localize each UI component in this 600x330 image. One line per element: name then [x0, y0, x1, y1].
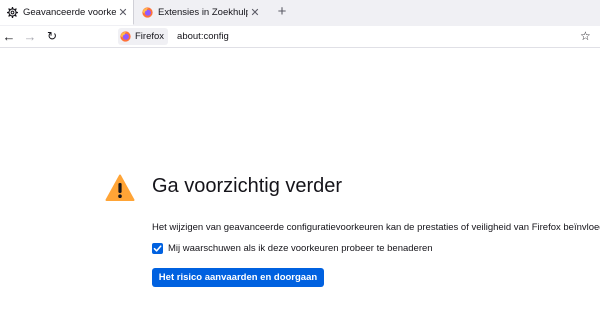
tab-strip: Geavanceerde voorkeuren ✕ Extensies in Z…: [0, 0, 600, 26]
tab-extensions-search[interactable]: Extensies in Zoekhulpmiddelen ✕: [135, 0, 265, 25]
close-icon[interactable]: ✕: [116, 6, 130, 19]
star-icon: ☆: [580, 29, 591, 43]
tab-advanced-preferences[interactable]: Geavanceerde voorkeuren ✕: [0, 0, 134, 25]
reload-icon: ↻: [46, 29, 58, 43]
url-text[interactable]: about:config: [177, 31, 229, 42]
close-icon[interactable]: ✕: [248, 6, 262, 19]
firefox-icon: [120, 31, 131, 42]
new-tab-button[interactable]: +: [273, 3, 291, 21]
warn-checkbox[interactable]: [152, 243, 163, 254]
firefox-icon: [141, 7, 153, 19]
accept-risk-button[interactable]: Het risico aanvaarden en doorgaan: [152, 268, 324, 287]
warn-checkbox-label[interactable]: Mij waarschuwen als ik deze voorkeuren p…: [168, 243, 433, 254]
reload-button[interactable]: ↻: [44, 28, 60, 45]
back-button[interactable]: ←: [1, 28, 17, 45]
arrow-right-icon: →: [23, 29, 37, 44]
gear-icon: [6, 6, 18, 18]
url-bar[interactable]: Firefox about:config: [118, 27, 592, 46]
bookmark-star-icon[interactable]: ☆: [580, 28, 591, 45]
arrow-left-icon: ←: [2, 29, 16, 44]
page-title: Ga voorzichtig verder: [152, 175, 343, 197]
checkmark-icon: [153, 245, 162, 252]
warning-icon: [105, 173, 135, 203]
warn-checkbox-row[interactable]: Mij waarschuwen als ik deze voorkeuren p…: [152, 243, 433, 254]
navigation-toolbar: ← → ↻ Firefox about:config ☆: [0, 26, 600, 48]
forward-button[interactable]: →: [22, 28, 38, 45]
warning-description: Het wijzigen van geavanceerde configurat…: [152, 222, 600, 233]
identity-box[interactable]: Firefox: [118, 28, 169, 45]
identity-label: Firefox: [135, 31, 165, 42]
plus-icon: +: [277, 3, 287, 20]
tab-title: Geavanceerde voorkeuren: [23, 6, 116, 18]
tab-title: Extensies in Zoekhulpmiddelen: [158, 7, 248, 18]
